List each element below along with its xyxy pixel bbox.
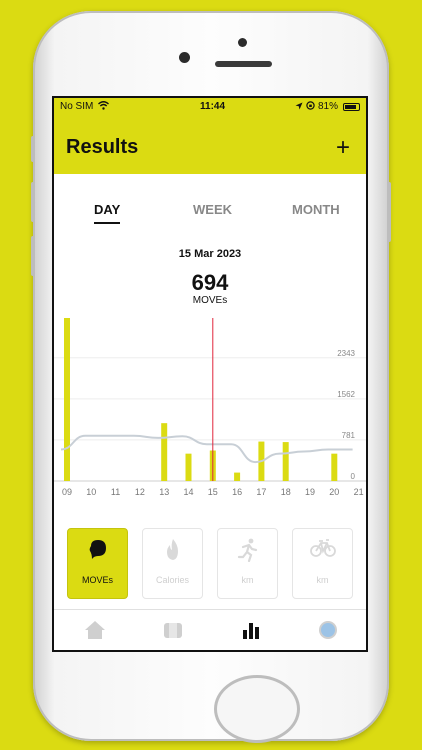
runner-icon — [237, 538, 257, 562]
moves-chart[interactable]: 0 781 1562 2343 09 10 11 12 13 14 15 16 17 18 19 20 21 — [54, 318, 368, 503]
x-tick-label: 19 — [305, 487, 315, 497]
y-tick-label: 2343 — [337, 349, 355, 358]
x-tick-label: 16 — [232, 487, 242, 497]
carrier-text: No SIM — [60, 101, 94, 112]
home-button[interactable] — [214, 675, 300, 743]
volume-down-button[interactable] — [31, 236, 35, 276]
chart-bar — [331, 453, 338, 481]
bottom-nav — [54, 609, 366, 650]
chart-bar — [185, 453, 192, 481]
tab-month[interactable]: MONTH — [292, 202, 340, 217]
chart-bar — [161, 423, 168, 481]
bar-chart-icon[interactable] — [241, 620, 261, 640]
power-button[interactable] — [387, 182, 391, 242]
device-icon[interactable] — [162, 620, 184, 640]
chart-bar — [282, 442, 289, 481]
metric-label: MOVEs — [81, 575, 113, 585]
header-bar: No SIM 11:44 81% Results + — [54, 98, 366, 174]
metric-label: km — [316, 575, 329, 585]
x-tick-label: 15 — [208, 487, 218, 497]
battery-percent: 81% — [317, 101, 338, 112]
volume-up-button[interactable] — [31, 182, 35, 222]
tab-day[interactable]: DAY — [94, 202, 121, 224]
x-tick-label: 11 — [111, 487, 120, 497]
metric-label: km — [241, 575, 254, 585]
x-tick-label: 12 — [135, 487, 145, 497]
clock: 11:44 — [200, 101, 226, 112]
y-tick-label: 1562 — [337, 390, 355, 399]
y-tick-label: 0 — [351, 472, 356, 481]
metric-label: Calories — [155, 575, 189, 585]
add-button[interactable]: + — [336, 134, 350, 162]
home-icon[interactable] — [84, 620, 106, 640]
x-tick-label: 17 — [256, 487, 266, 497]
x-tick-label: 20 — [329, 487, 339, 497]
x-tick-label: 09 — [62, 487, 72, 497]
x-tick-label: 10 — [86, 487, 96, 497]
chart-bar — [234, 472, 241, 481]
front-sensor — [238, 38, 247, 47]
metric-bike-distance[interactable]: km — [292, 528, 353, 599]
summary-value: 694 — [191, 270, 229, 295]
tab-week[interactable]: WEEK — [193, 202, 232, 217]
x-tick-label: 21 — [354, 487, 364, 497]
x-tick-label: 14 — [183, 487, 193, 497]
wifi-icon — [98, 101, 110, 110]
app-screen: No SIM 11:44 81% Results + DAY WEEK MONT… — [52, 96, 368, 652]
summary-unit: MOVEs — [192, 295, 228, 306]
status-right: 81% — [295, 101, 338, 112]
metric-run-distance[interactable]: km — [217, 528, 278, 599]
moves-icon — [89, 540, 106, 559]
carrier-label: No SIM — [60, 101, 110, 112]
x-tick-label: 18 — [281, 487, 291, 497]
avatar-icon[interactable] — [318, 620, 338, 640]
mute-switch[interactable] — [31, 136, 35, 162]
metric-selector: MOVEs Calories km km — [54, 528, 366, 604]
lock-rotation-icon — [306, 101, 315, 110]
page-title: Results — [66, 136, 139, 158]
selected-date: 15 Mar 2023 — [178, 248, 242, 260]
bicycle-icon — [309, 539, 336, 557]
metric-moves[interactable]: MOVEs — [67, 528, 128, 599]
flame-icon — [166, 539, 178, 560]
chart-bar — [64, 318, 70, 481]
front-camera — [179, 52, 190, 63]
x-tick-label: 13 — [159, 487, 169, 497]
period-tabs: DAY WEEK MONTH — [54, 202, 366, 232]
battery-icon — [343, 103, 360, 111]
y-tick-label: 781 — [342, 431, 356, 440]
earpiece-speaker — [215, 61, 272, 67]
location-icon — [295, 102, 303, 110]
metric-calories[interactable]: Calories — [142, 528, 203, 599]
status-bar: No SIM 11:44 81% — [60, 101, 360, 115]
